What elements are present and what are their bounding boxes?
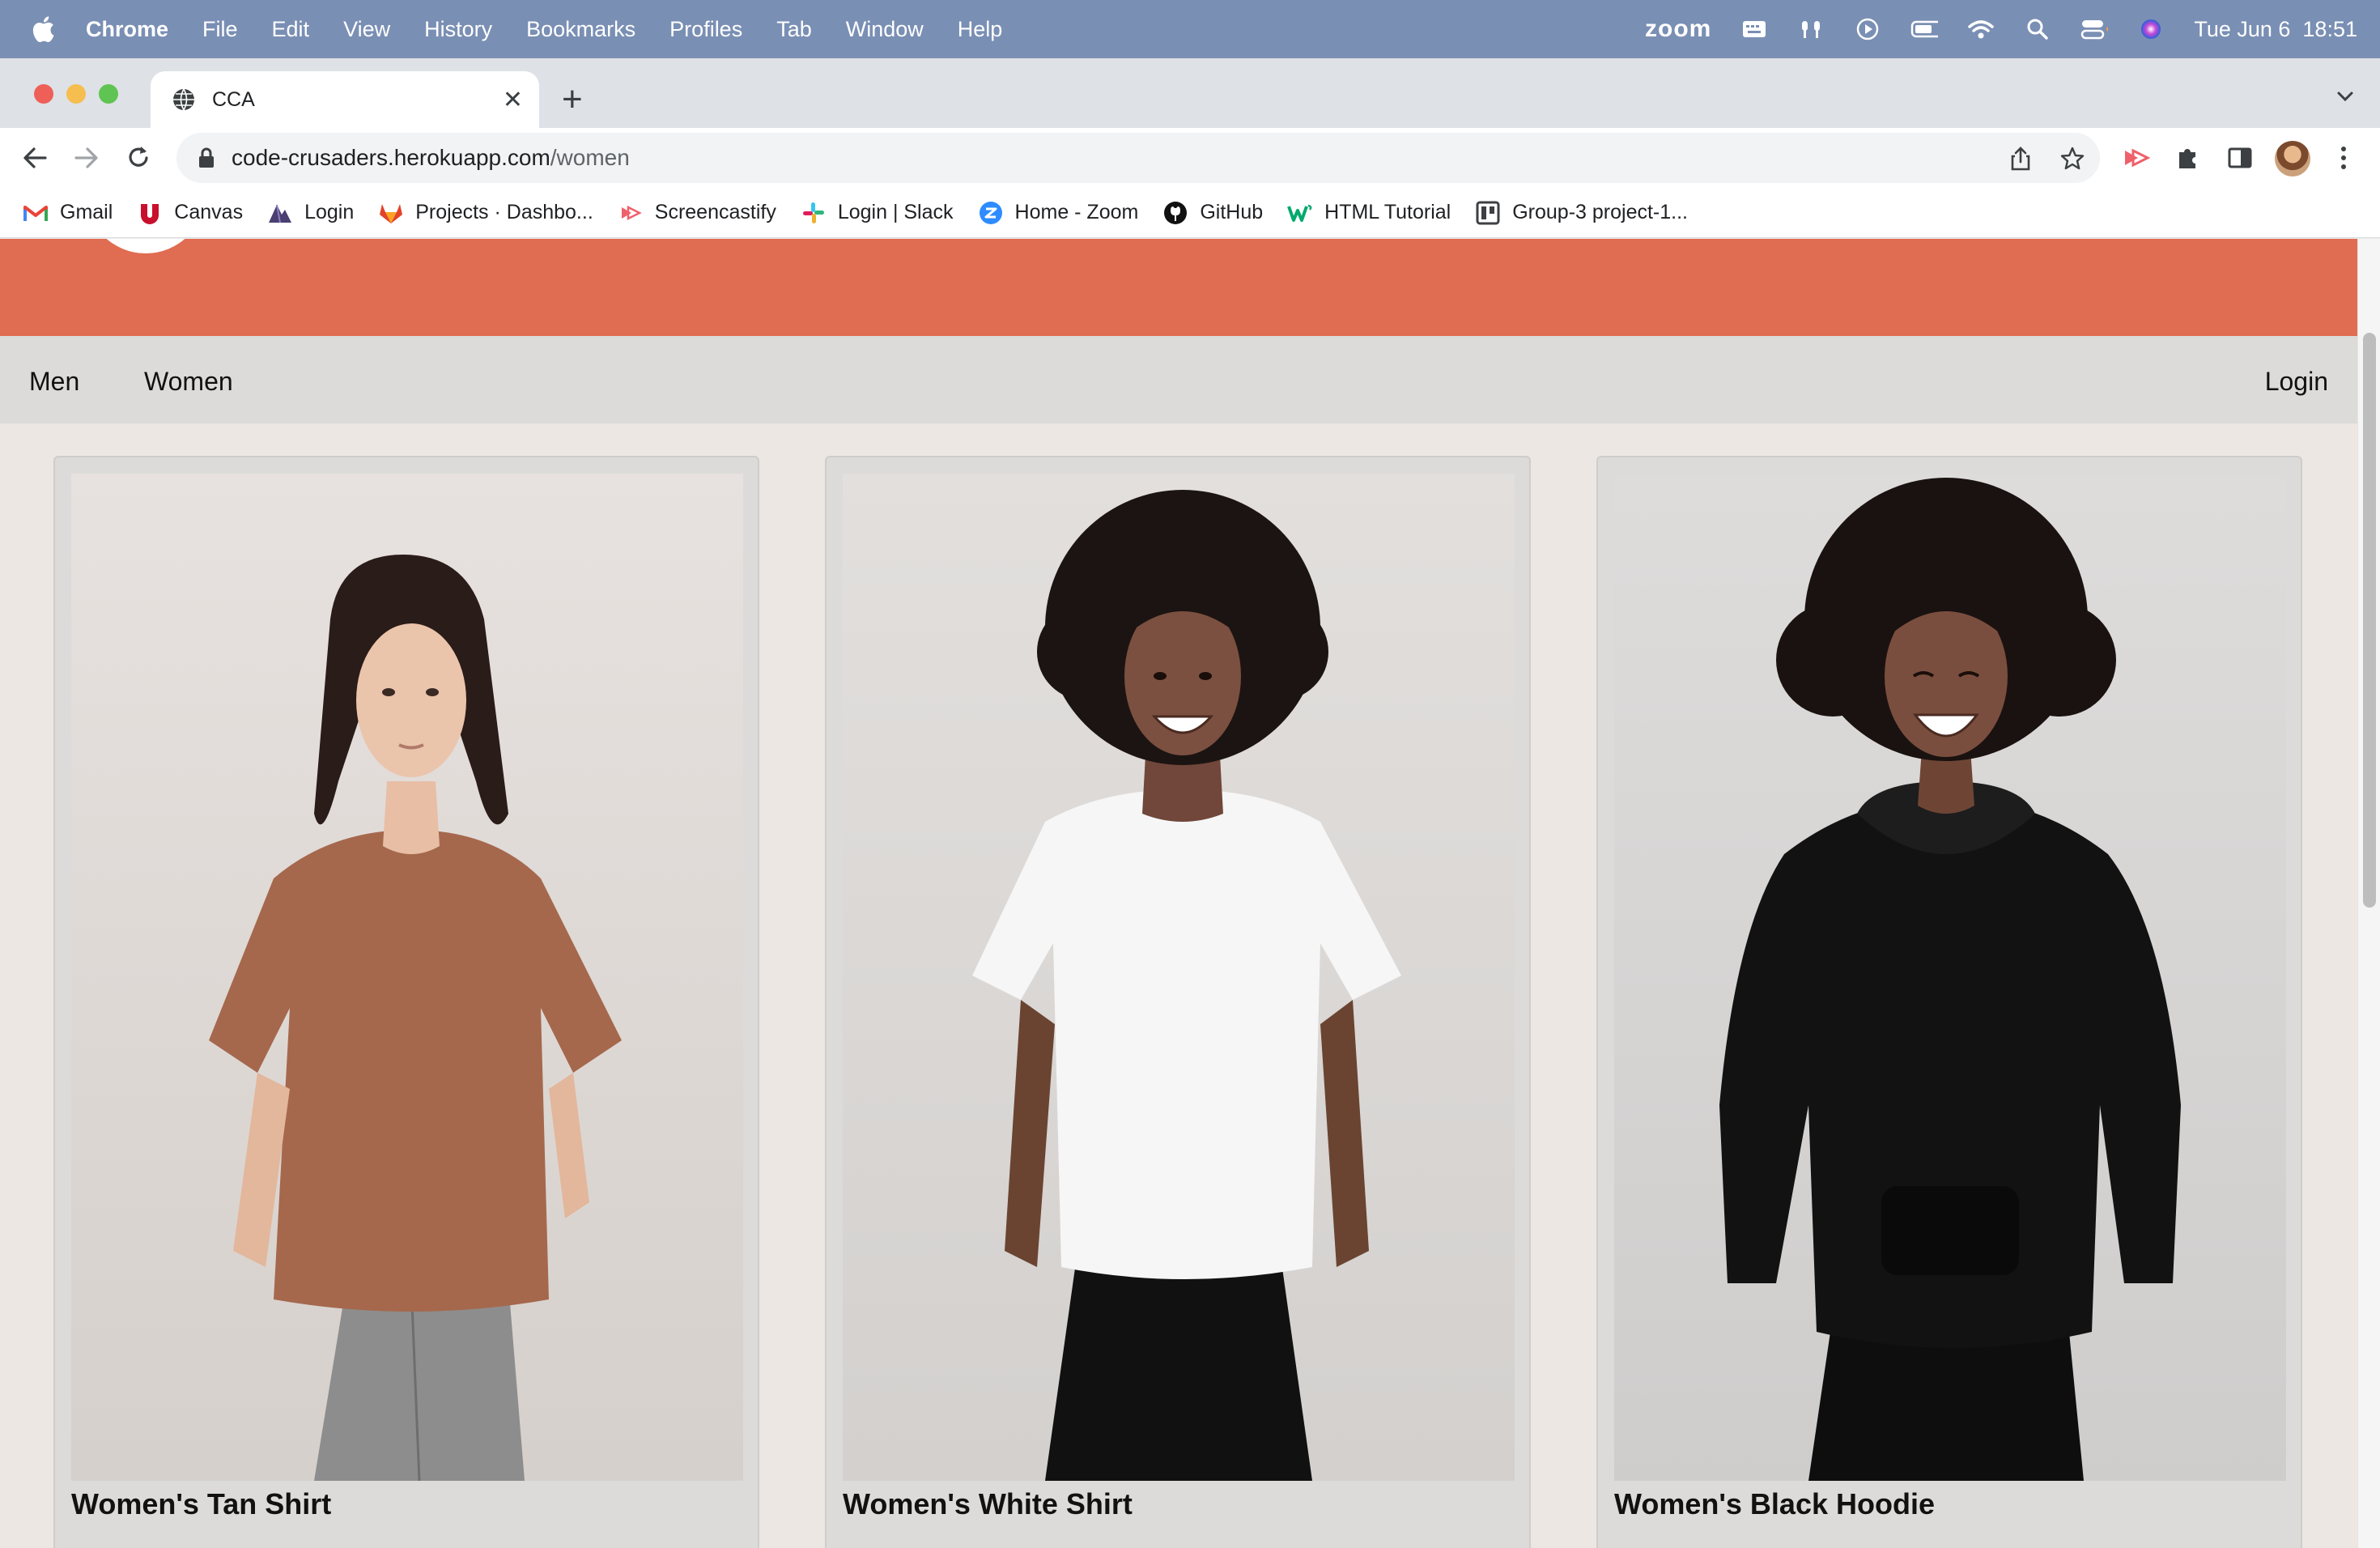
menu-file[interactable]: File — [202, 17, 238, 42]
profile-avatar[interactable] — [2275, 141, 2310, 176]
bookmark-label: Login — [304, 201, 355, 223]
bookmark-gmail[interactable]: Gmail — [23, 200, 113, 226]
bookmark-label: Gmail — [60, 201, 113, 223]
menu-profiles[interactable]: Profiles — [669, 17, 742, 42]
zoom-status-item[interactable]: zoom — [1645, 15, 1711, 43]
apple-menu-icon[interactable] — [31, 15, 55, 43]
reload-icon[interactable] — [123, 142, 154, 173]
github-icon — [1162, 200, 1188, 226]
slack-icon — [801, 200, 827, 226]
menu-view[interactable]: View — [343, 17, 390, 42]
browser-tab-active[interactable]: CCA ✕ — [151, 71, 539, 128]
globe-icon — [172, 87, 196, 112]
lock-icon[interactable] — [198, 147, 215, 168]
bookmark-label: GitHub — [1200, 201, 1264, 223]
chrome-menu-icon[interactable] — [2328, 142, 2359, 173]
menu-window[interactable]: Window — [846, 17, 924, 42]
url-host: code-crusaders.herokuapp.com — [232, 145, 550, 170]
product-card[interactable]: Women's Tan Shirt — [53, 456, 759, 1548]
bookmark-label: Screencastify — [654, 201, 776, 223]
siri-icon[interactable] — [2137, 18, 2165, 40]
control-center-icon[interactable] — [2080, 18, 2109, 40]
bookmark-canvas[interactable]: Canvas — [137, 200, 243, 226]
bookmark-label: Canvas — [174, 201, 244, 223]
bookmarks-bar: Gmail Canvas Login Projects · Dashbo... … — [0, 188, 2380, 238]
bookmark-zoom[interactable]: Home - Zoom — [978, 200, 1139, 226]
tab-close-icon[interactable]: ✕ — [503, 86, 523, 114]
bookmark-login[interactable]: Login — [267, 200, 354, 226]
battery-icon[interactable] — [1910, 18, 1939, 40]
bookmark-w3schools[interactable]: HTML Tutorial — [1287, 200, 1451, 226]
nav-men-link[interactable]: Men — [29, 367, 79, 397]
zoom-icon — [978, 200, 1004, 226]
bookmark-label: Home - Zoom — [1014, 201, 1139, 223]
side-panel-icon[interactable] — [2225, 142, 2255, 173]
menu-edit[interactable]: Edit — [272, 17, 310, 42]
share-icon[interactable] — [2008, 146, 2034, 172]
product-title[interactable]: Women's Black Hoodie — [1614, 1487, 1935, 1521]
gmail-icon — [23, 200, 49, 226]
bookmark-gitlab[interactable]: Projects · Dashbo... — [378, 200, 593, 226]
new-tab-button[interactable]: + — [562, 79, 583, 120]
screencastify-icon — [618, 200, 644, 226]
nav-login-link[interactable]: Login — [2265, 367, 2328, 397]
menu-app-name[interactable]: Chrome — [86, 17, 168, 42]
trello-icon — [1475, 200, 1501, 226]
tab-search-chevron-icon[interactable] — [2335, 86, 2356, 107]
site-logo[interactable] — [86, 239, 206, 253]
bookmark-screencastify[interactable]: Screencastify — [618, 200, 776, 226]
url-path: /women — [550, 145, 630, 170]
address-url[interactable]: code-crusaders.herokuapp.com/women — [232, 145, 630, 171]
menubar-status-area: zoom Tue Jun 6 18:51 — [1645, 0, 2357, 58]
tab-title: CCA — [212, 87, 255, 111]
menu-tab[interactable]: Tab — [776, 17, 812, 42]
wifi-icon[interactable] — [1967, 18, 1995, 40]
forward-arrow-icon[interactable] — [71, 142, 102, 173]
site-header-banner — [0, 239, 2357, 336]
address-bar[interactable]: code-crusaders.herokuapp.com/women — [176, 133, 2100, 183]
scrollbar-thumb[interactable] — [2363, 333, 2376, 908]
site-nav: Men Women Login — [0, 336, 2357, 423]
product-title[interactable]: Women's Tan Shirt — [71, 1487, 331, 1521]
product-title[interactable]: Women's White Shirt — [843, 1487, 1133, 1521]
extensions-puzzle-icon[interactable] — [2173, 142, 2204, 173]
product-image-black-hoodie[interactable] — [1614, 474, 2286, 1481]
window-minimize-button[interactable] — [66, 84, 86, 104]
gitlab-icon — [378, 200, 404, 226]
bookmark-label: HTML Tutorial — [1324, 201, 1451, 223]
screencastify-extension-icon[interactable] — [2121, 142, 2152, 173]
back-arrow-icon[interactable] — [19, 142, 50, 173]
airpods-icon[interactable] — [1797, 18, 1825, 40]
bookmark-star-icon[interactable] — [2059, 146, 2085, 172]
menu-history[interactable]: History — [424, 17, 492, 42]
bookmark-github[interactable]: GitHub — [1162, 200, 1263, 226]
window-zoom-button[interactable] — [99, 84, 118, 104]
page-viewport: Men Women Login Women's Tan Shirt Women'… — [0, 239, 2380, 1548]
menu-help[interactable]: Help — [958, 17, 1003, 42]
menu-bookmarks[interactable]: Bookmarks — [526, 17, 635, 42]
bookmark-label: Group-3 project-1... — [1512, 201, 1688, 223]
window-close-button[interactable] — [34, 84, 53, 104]
product-image-tan-shirt[interactable] — [71, 474, 743, 1481]
play-icon[interactable] — [1854, 18, 1881, 40]
canvas-icon — [137, 200, 163, 226]
nav-women-link[interactable]: Women — [144, 367, 233, 397]
login-icon — [267, 200, 293, 226]
page-scrollbar[interactable] — [2357, 239, 2380, 1548]
keyboard-icon[interactable] — [1740, 18, 1768, 40]
bookmark-label: Login | Slack — [837, 201, 954, 223]
bookmark-slack[interactable]: Login | Slack — [801, 200, 954, 226]
bookmark-label: Projects · Dashbo... — [415, 201, 593, 223]
menubar-clock[interactable]: Tue Jun 6 18:51 — [2194, 17, 2357, 42]
bookmark-trello[interactable]: Group-3 project-1... — [1475, 200, 1688, 226]
product-card[interactable]: Women's Black Hoodie — [1596, 456, 2302, 1548]
product-image-white-shirt[interactable] — [843, 474, 1515, 1481]
product-card[interactable]: Women's White Shirt — [825, 456, 1531, 1548]
macos-menubar: Chrome File Edit View History Bookmarks … — [0, 0, 2380, 58]
spotlight-search-icon[interactable] — [2024, 18, 2051, 40]
w3schools-icon — [1287, 200, 1313, 226]
